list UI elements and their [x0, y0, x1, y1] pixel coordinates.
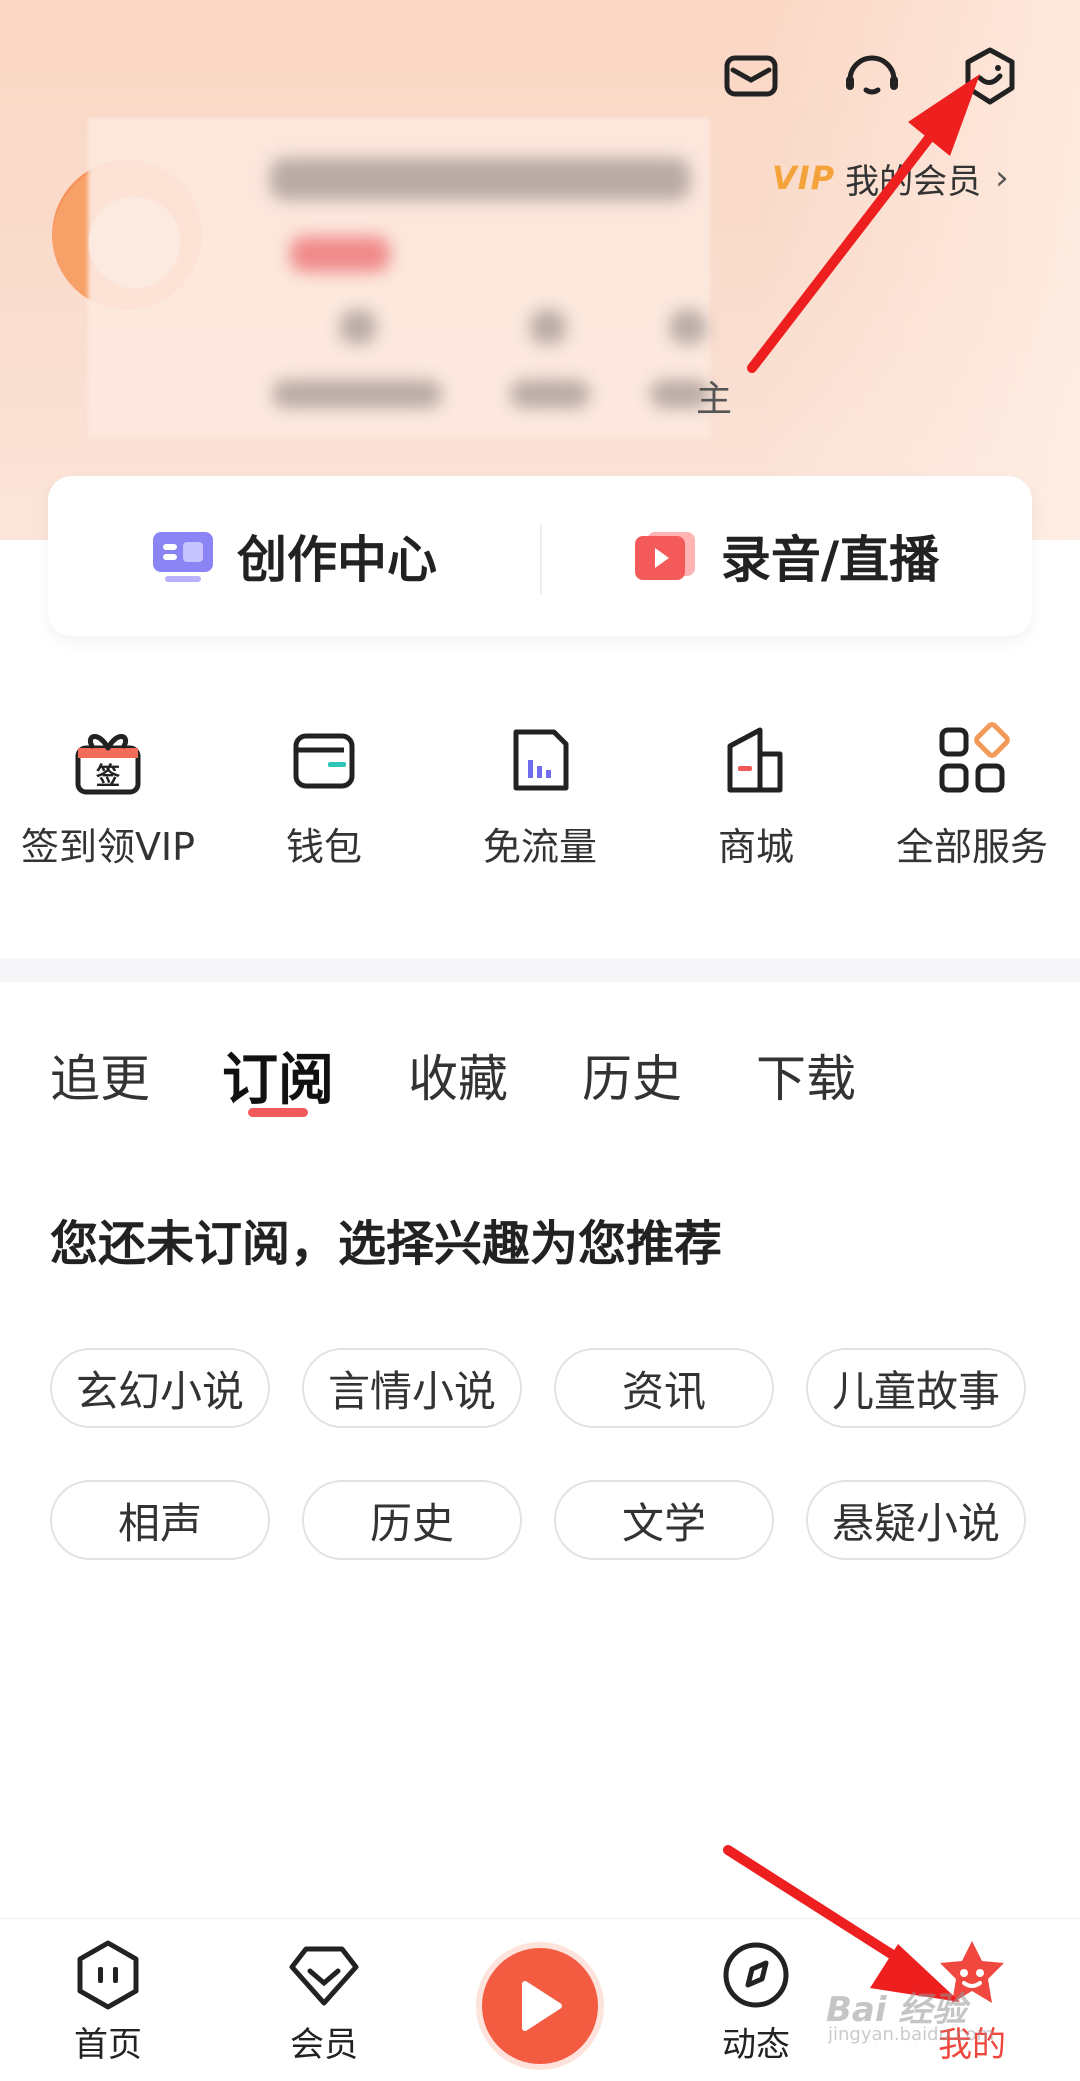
creation-center-label: 创作中心 — [237, 531, 437, 589]
tab-follow-updates[interactable]: 追更 — [50, 1030, 150, 1120]
interest-chip[interactable]: 文学 — [554, 1480, 774, 1560]
wallet-button[interactable]: 钱包 — [216, 700, 432, 880]
blurred-username — [270, 158, 690, 200]
tab-favorites[interactable]: 收藏 — [408, 1030, 508, 1120]
creation-center-icon — [153, 532, 213, 582]
vip-badge: VIP — [772, 159, 836, 197]
blurred-stat-label-1 — [272, 380, 442, 408]
quick-actions: 签 签到领VIP 钱包 免流量 商城 全部服务 — [0, 700, 1080, 880]
nav-home[interactable]: 首页 — [0, 1919, 216, 2081]
header-highlight — [760, 0, 1080, 540]
chevron-right-icon: › — [995, 158, 1009, 198]
free-data-button[interactable]: 免流量 — [432, 700, 648, 880]
checkin-vip-label: 签到领VIP — [20, 825, 196, 869]
tab-subscriptions[interactable]: 订阅 — [222, 1030, 334, 1120]
wallet-label: 钱包 — [285, 825, 362, 869]
section-divider — [0, 958, 1080, 982]
record-live-label: 录音/直播 — [720, 531, 940, 589]
blurred-stat-label-2 — [510, 380, 590, 408]
interest-chip[interactable]: 言情小说 — [302, 1348, 522, 1428]
blurred-stat-3 — [670, 310, 706, 344]
all-services-icon — [939, 722, 1010, 793]
interest-chip[interactable]: 历史 — [302, 1480, 522, 1560]
interest-chip[interactable]: 悬疑小说 — [806, 1480, 1026, 1560]
play-button[interactable] — [482, 1948, 598, 2064]
nav-vip[interactable]: 会员 — [216, 1919, 432, 2081]
record-live-icon — [634, 532, 695, 580]
mail-icon[interactable] — [715, 40, 787, 112]
skin-theme-icon[interactable] — [954, 40, 1026, 112]
free-data-icon — [513, 729, 569, 791]
interest-chip[interactable]: 资讯 — [554, 1348, 774, 1428]
blurred-stat-2 — [530, 310, 566, 344]
nav-vip-label: 会员 — [290, 2025, 358, 2065]
vip-diamond-icon — [289, 1946, 359, 2006]
gift-checkin-icon: 签 — [75, 734, 141, 795]
tab-history[interactable]: 历史 — [582, 1030, 682, 1120]
blurred-badge — [290, 236, 390, 272]
vip-label: 我的会员 — [845, 161, 982, 202]
blurred-stat-1 — [340, 310, 376, 344]
record-live-button[interactable]: 录音/直播 — [540, 476, 1032, 636]
creator-card: 创作中心 录音/直播 — [48, 476, 1032, 636]
mall-icon — [727, 727, 783, 793]
interest-chip[interactable]: 相声 — [50, 1480, 270, 1560]
mall-label: 商城 — [717, 825, 794, 869]
library-tabs: 追更 订阅 收藏 历史 下载 — [0, 1030, 1080, 1140]
interest-chip[interactable]: 儿童故事 — [806, 1348, 1026, 1428]
recommend-title: 您还未订阅，选择兴趣为您推荐 — [50, 1216, 723, 1272]
play-icon — [522, 1981, 562, 2031]
wallet-icon — [293, 733, 355, 789]
mall-button[interactable]: 商城 — [648, 700, 864, 880]
active-tab-indicator — [248, 1108, 308, 1117]
tab-downloads[interactable]: 下载 — [756, 1030, 856, 1120]
creation-center-button[interactable]: 创作中心 — [48, 476, 540, 636]
my-vip-link[interactable]: VIP 我的会员 › — [772, 150, 1009, 206]
customer-service-icon[interactable] — [836, 40, 908, 112]
interest-chip[interactable]: 玄幻小说 — [50, 1348, 270, 1428]
all-services-label: 全部服务 — [895, 825, 1048, 869]
gift-badge-text: 签 — [95, 762, 121, 790]
watermark-url: jingyan.baidu.com — [828, 2024, 995, 2045]
free-data-label: 免流量 — [482, 825, 597, 869]
compass-icon — [723, 1942, 789, 2008]
nav-feed-label: 动态 — [722, 2025, 790, 2065]
profile-partial-text: 主 — [696, 379, 733, 420]
checkin-vip-button[interactable]: 签 签到领VIP — [0, 700, 216, 880]
nav-home-label: 首页 — [74, 2025, 142, 2065]
all-services-button[interactable]: 全部服务 — [864, 700, 1080, 880]
home-icon — [77, 1940, 139, 2010]
